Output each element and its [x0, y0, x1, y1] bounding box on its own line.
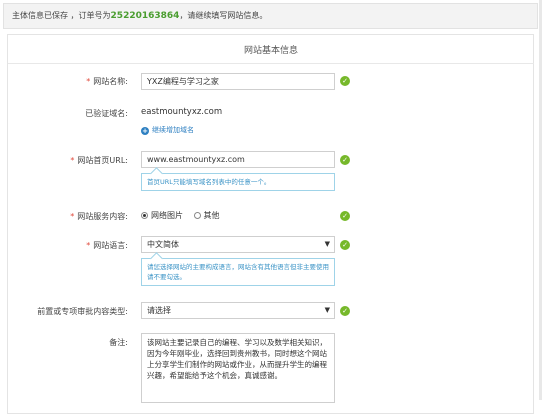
check-icon: ✓	[340, 240, 350, 250]
verified-domain-label: 已验证域名:	[85, 109, 128, 118]
language-tip: 请您选择网站的主要构成语言，网站含有其他语言但非主要使用请不要勾选。	[141, 252, 335, 286]
approval-type-label: 前置或专项审批内容类型:	[37, 307, 128, 316]
verified-domain-value: eastmountyxz.com	[141, 107, 223, 117]
homepage-label: * 网站首页URL:	[70, 156, 128, 165]
check-icon: ✓	[340, 155, 350, 165]
service-radio-group: 网络图片 其他	[141, 210, 220, 221]
site-name-input[interactable]: YXZ编程与学习之家	[141, 73, 335, 90]
check-icon: ✓	[340, 76, 350, 86]
radio-other[interactable]: 其他	[193, 211, 220, 220]
radio-network-images[interactable]: 网络图片	[141, 211, 183, 220]
required-mark: *	[86, 241, 91, 250]
check-icon: ✓	[340, 211, 350, 221]
approval-type-select[interactable]: 请选择 ▼	[141, 302, 335, 319]
radio-dot[interactable]	[141, 212, 148, 219]
radio-dot[interactable]	[193, 212, 201, 219]
required-mark: *	[86, 77, 91, 86]
remark-textarea[interactable]: 该网站主要记录自己的编程、学习以及数学相关知识，因为今年刚毕业，选择回到贵州教书…	[141, 333, 335, 403]
panel-title: 网站基本信息	[243, 46, 298, 56]
remark-label: 备注:	[109, 338, 128, 347]
notice-suffix: ，请继续填写网站信息。	[179, 11, 268, 20]
homepage-tip: 首页URL只能填写域名列表中的任意一个。	[141, 167, 335, 191]
save-notice: 主体信息已保存 ，订单号为25220163864，请继续填写网站信息。	[3, 3, 538, 29]
homepage-url-input[interactable]: www.eastmountyxz.com	[141, 151, 335, 168]
dropdown-arrow-icon: ▼	[324, 306, 330, 314]
add-domain-link[interactable]: + 继续增加域名	[141, 125, 194, 135]
site-name-label: * 网站名称:	[86, 77, 128, 86]
plus-icon: +	[141, 127, 149, 135]
order-number: 25220163864	[110, 11, 180, 21]
required-mark: *	[70, 156, 75, 165]
dropdown-arrow-icon: ▼	[324, 240, 330, 248]
language-label: * 网站语言:	[86, 241, 128, 250]
required-mark: *	[70, 212, 75, 221]
title-divider	[8, 63, 534, 64]
notice-prefix: 主体信息已保存 ，订单号为	[12, 11, 111, 20]
check-icon: ✓	[340, 306, 350, 316]
service-label: * 网站服务内容:	[70, 212, 128, 221]
language-select[interactable]: 中文简体 ▼	[141, 236, 335, 253]
